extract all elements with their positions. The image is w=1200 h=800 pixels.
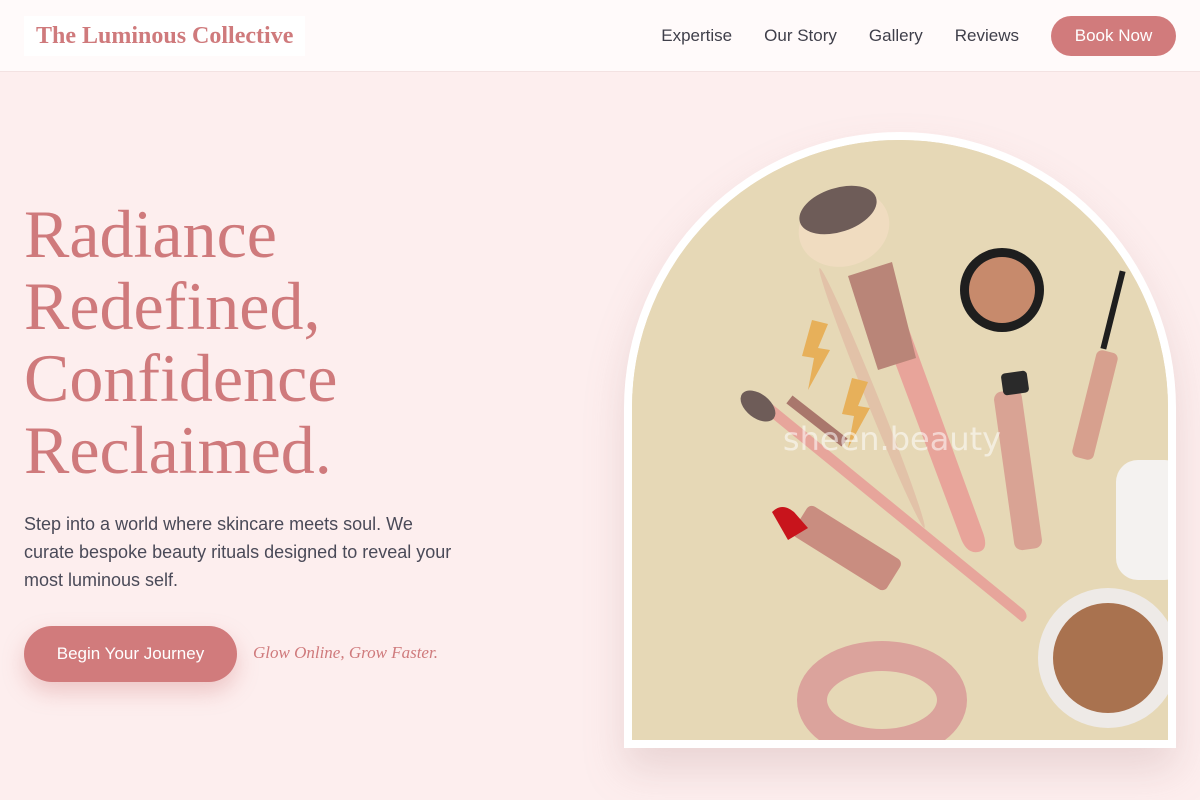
nav-link-gallery[interactable]: Gallery (869, 26, 923, 46)
makeup-flatlay-illustration: sheen.beauty (632, 140, 1168, 740)
hero-description: Step into a world where skincare meets s… (24, 514, 452, 590)
headline-line-1: Radiance (24, 196, 277, 272)
headline-line-2: Redefined, (24, 268, 321, 344)
hero-image: sheen.beauty (632, 140, 1168, 740)
hero-image-frame: sheen.beauty (624, 132, 1176, 748)
headline-line-4: Reclaimed. (24, 412, 332, 488)
hero-headline: Radiance Redefined, Confidence Reclaimed… (24, 198, 337, 486)
hero-tagline: Glow Online, Grow Faster. (253, 643, 438, 662)
site-header: The Luminous Collective Expertise Our St… (0, 0, 1200, 72)
main-nav: Expertise Our Story Gallery Reviews Book… (661, 16, 1176, 56)
book-now-button[interactable]: Book Now (1051, 16, 1176, 56)
headline-line-3: Confidence (24, 340, 338, 416)
brand-logo[interactable]: The Luminous Collective (24, 16, 306, 56)
image-watermark: sheen.beauty (783, 420, 1001, 458)
begin-journey-button[interactable]: Begin Your Journey (24, 626, 237, 682)
nav-link-expertise[interactable]: Expertise (661, 26, 732, 46)
cream-compact (960, 248, 1044, 332)
nav-link-reviews[interactable]: Reviews (955, 26, 1019, 46)
nav-link-our-story[interactable]: Our Story (764, 26, 837, 46)
